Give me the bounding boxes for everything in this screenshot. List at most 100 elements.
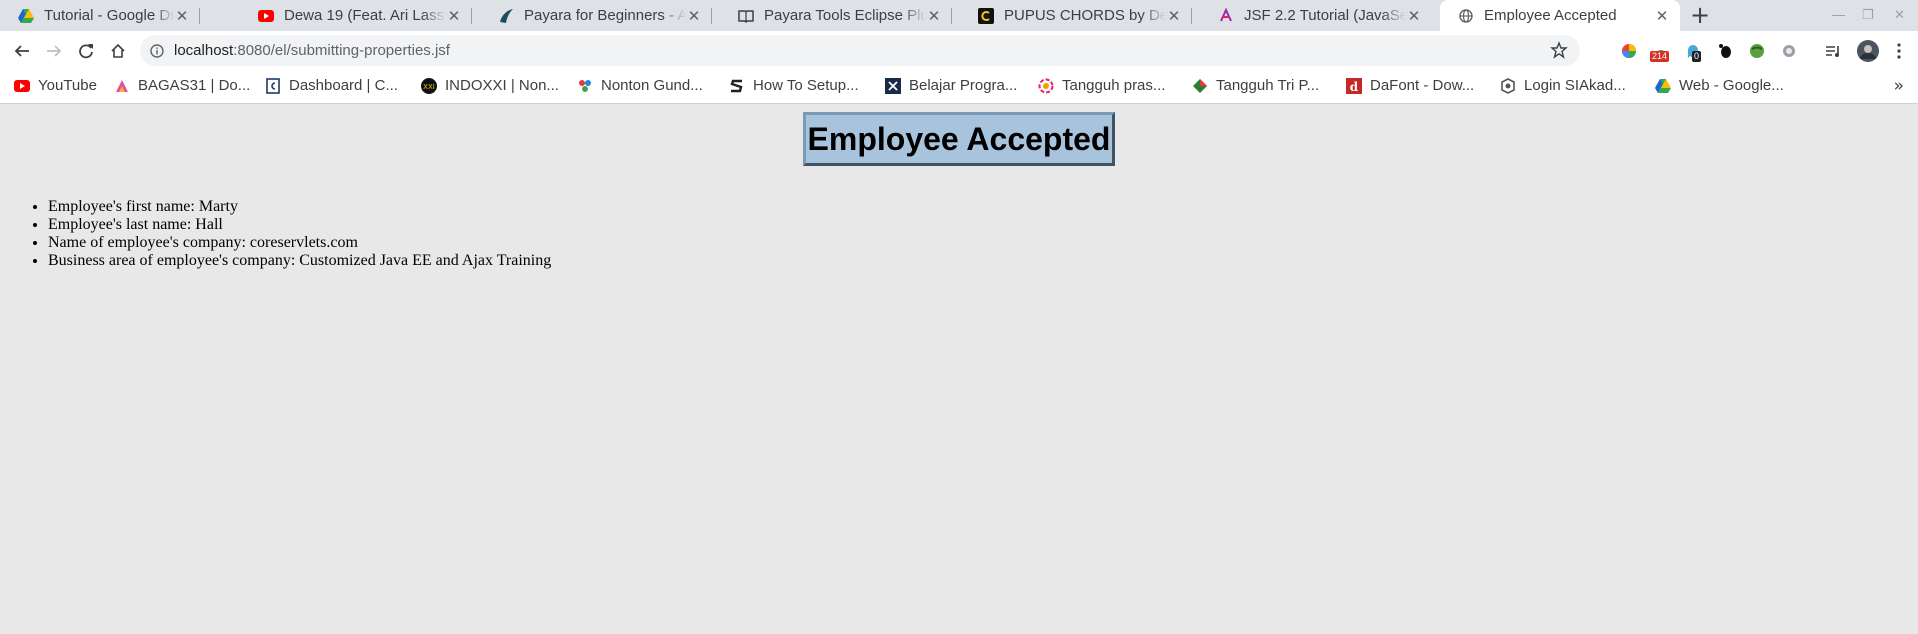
- site-info-icon[interactable]: [150, 43, 164, 62]
- forward-icon[interactable]: [42, 39, 66, 63]
- tab-separator: [711, 8, 712, 24]
- tab-payara-tools[interactable]: Payara Tools Eclipse Plug ✕: [720, 0, 952, 31]
- android-extension-icon[interactable]: 214: [1650, 42, 1670, 62]
- extension-badge: 0: [1692, 51, 1702, 62]
- tab-jsf-tutorial[interactable]: JSF 2.2 Tutorial (JavaServ ✕: [1200, 0, 1432, 31]
- more-bookmarks-icon[interactable]: »: [1894, 76, 1904, 96]
- setup-icon: [729, 78, 745, 94]
- bookmark-label: Tangguh Tri P...: [1216, 77, 1320, 94]
- tab-strip: Tutorial - Google Drive ✕ Dewa 19 (Feat.…: [0, 0, 1918, 31]
- google-drive-icon: [1655, 78, 1671, 94]
- siakad-icon: [1500, 77, 1516, 94]
- employee-properties-list: Employee's first name: Marty Employee's …: [0, 198, 551, 270]
- svg-text:XXI: XXI: [423, 83, 435, 91]
- close-icon[interactable]: ✕: [1654, 7, 1670, 25]
- reload-icon[interactable]: [74, 39, 98, 63]
- tab-separator: [471, 8, 472, 24]
- extension-badge: 214: [1650, 51, 1670, 62]
- new-tab-button[interactable]: +: [1690, 2, 1710, 28]
- tab-title: Payara Tools Eclipse Plug: [764, 7, 926, 24]
- close-icon[interactable]: ✕: [926, 7, 942, 25]
- close-window-icon[interactable]: ✕: [1894, 8, 1905, 23]
- list-item-business-area: Business area of employee's company: Cus…: [48, 252, 551, 270]
- back-icon[interactable]: [10, 39, 34, 63]
- bookmark-siakad[interactable]: Login SIAkad...: [1500, 77, 1626, 94]
- tab-separator: [1191, 8, 1192, 24]
- bookmark-bagas31[interactable]: BAGAS31 | Do...: [114, 77, 250, 94]
- menu-kebab-icon[interactable]: [1890, 42, 1908, 60]
- belajar-icon: [885, 77, 901, 94]
- page-content: Employee Accepted Employee's first name:…: [0, 104, 1918, 634]
- media-queue-icon[interactable]: [1824, 42, 1842, 60]
- youtube-icon: [258, 8, 274, 24]
- tab-title: Tutorial - Google Drive: [44, 7, 174, 24]
- globe-icon: [1458, 8, 1474, 24]
- dashboard-icon: [265, 77, 281, 94]
- list-item-first-name: Employee's first name: Marty: [48, 198, 551, 216]
- list-item-last-name: Employee's last name: Hall: [48, 216, 551, 234]
- ghost-extension-icon[interactable]: 0: [1684, 42, 1702, 62]
- bookmark-tangguh-tri[interactable]: Tangguh Tri P...: [1192, 77, 1319, 94]
- chords-icon: [978, 7, 994, 24]
- bookmark-label: Login SIAkad...: [1524, 77, 1626, 94]
- bookmark-star-icon[interactable]: [1550, 41, 1568, 63]
- bookmark-label: How To Setup...: [753, 77, 859, 94]
- list-item-company-name: Name of employee's company: coreservlets…: [48, 234, 551, 252]
- indoxxi-icon: XXI: [421, 77, 437, 94]
- bookmark-label: Dashboard | C...: [289, 77, 398, 94]
- payara-fish-icon: [498, 8, 514, 24]
- color-wheel-extension-icon[interactable]: [1620, 42, 1638, 60]
- minimize-icon[interactable]: ―: [1832, 8, 1845, 23]
- url-text: localhost:8080/el/submitting-properties.…: [174, 42, 450, 59]
- book-icon: [738, 8, 754, 24]
- close-icon[interactable]: ✕: [1406, 7, 1422, 25]
- close-icon[interactable]: ✕: [686, 7, 702, 25]
- tab-title: JSF 2.2 Tutorial (JavaServ: [1244, 7, 1406, 24]
- tab-google-drive[interactable]: Tutorial - Google Drive ✕: [0, 0, 200, 31]
- tangguh-tri-icon: [1192, 78, 1208, 94]
- tangguh-icon: [1038, 78, 1054, 94]
- tab-employee-accepted[interactable]: Employee Accepted ✕: [1440, 0, 1680, 31]
- tab-youtube-dewa[interactable]: Dewa 19 (Feat. Ari Lasso) ✕: [240, 0, 472, 31]
- tab-title: Dewa 19 (Feat. Ari Lasso): [284, 7, 446, 24]
- page-title: Employee Accepted: [807, 120, 1111, 157]
- tab-separator: [199, 8, 200, 24]
- tab-pupus-chords[interactable]: PUPUS CHORDS by Dewa ✕: [960, 0, 1192, 31]
- bookmark-label: YouTube: [38, 77, 97, 94]
- tab-title: PUPUS CHORDS by Dewa: [1004, 7, 1166, 24]
- bookmark-youtube[interactable]: YouTube: [14, 77, 97, 94]
- bookmark-dafont[interactable]: d DaFont - Dow...: [1346, 77, 1474, 94]
- bookmark-web-google[interactable]: Web - Google...: [1655, 77, 1784, 94]
- google-drive-icon: [18, 8, 34, 24]
- bookmark-how-to-setup[interactable]: How To Setup...: [729, 77, 859, 94]
- bookmark-label: DaFont - Dow...: [1370, 77, 1475, 94]
- tab-payara-beginners[interactable]: Payara for Beginners - Ad ✕: [480, 0, 712, 31]
- close-icon[interactable]: ✕: [1166, 7, 1182, 25]
- circle-extension-icon[interactable]: [1780, 42, 1798, 60]
- url-path: :8080/el/submitting-properties.jsf: [233, 42, 450, 59]
- tab-title: Employee Accepted: [1484, 7, 1617, 24]
- page-title-box: Employee Accepted: [803, 112, 1115, 166]
- bookmark-label: Tangguh pras...: [1062, 77, 1166, 94]
- tab-title: Payara for Beginners - Ad: [524, 7, 686, 24]
- gnome-extension-icon[interactable]: [1716, 42, 1734, 60]
- bookmark-dashboard[interactable]: Dashboard | C...: [265, 77, 398, 94]
- browser-toolbar: localhost:8080/el/submitting-properties.…: [0, 31, 1918, 70]
- youtube-icon: [14, 78, 30, 94]
- close-icon[interactable]: ✕: [446, 7, 462, 25]
- close-icon[interactable]: ✕: [174, 7, 190, 25]
- bookmark-tangguh-pras[interactable]: Tangguh pras...: [1038, 77, 1165, 94]
- home-icon[interactable]: [106, 39, 130, 63]
- bookmark-label: BAGAS31 | Do...: [138, 77, 251, 94]
- profile-avatar[interactable]: [1856, 39, 1880, 63]
- maximize-icon[interactable]: ❐: [1862, 8, 1874, 23]
- globe-extension-icon[interactable]: [1748, 42, 1766, 60]
- bookmark-nonton[interactable]: Nonton Gund...: [577, 77, 703, 94]
- bookmark-label: INDOXXI | Non...: [445, 77, 559, 94]
- bookmark-belajar[interactable]: Belajar Progra...: [885, 77, 1017, 94]
- address-bar[interactable]: localhost:8080/el/submitting-properties.…: [140, 35, 1580, 66]
- bookmark-label: Belajar Progra...: [909, 77, 1018, 94]
- tab-separator: [951, 8, 952, 24]
- url-host: localhost: [174, 42, 234, 59]
- bookmark-indoxxi[interactable]: XXI INDOXXI | Non...: [421, 77, 559, 94]
